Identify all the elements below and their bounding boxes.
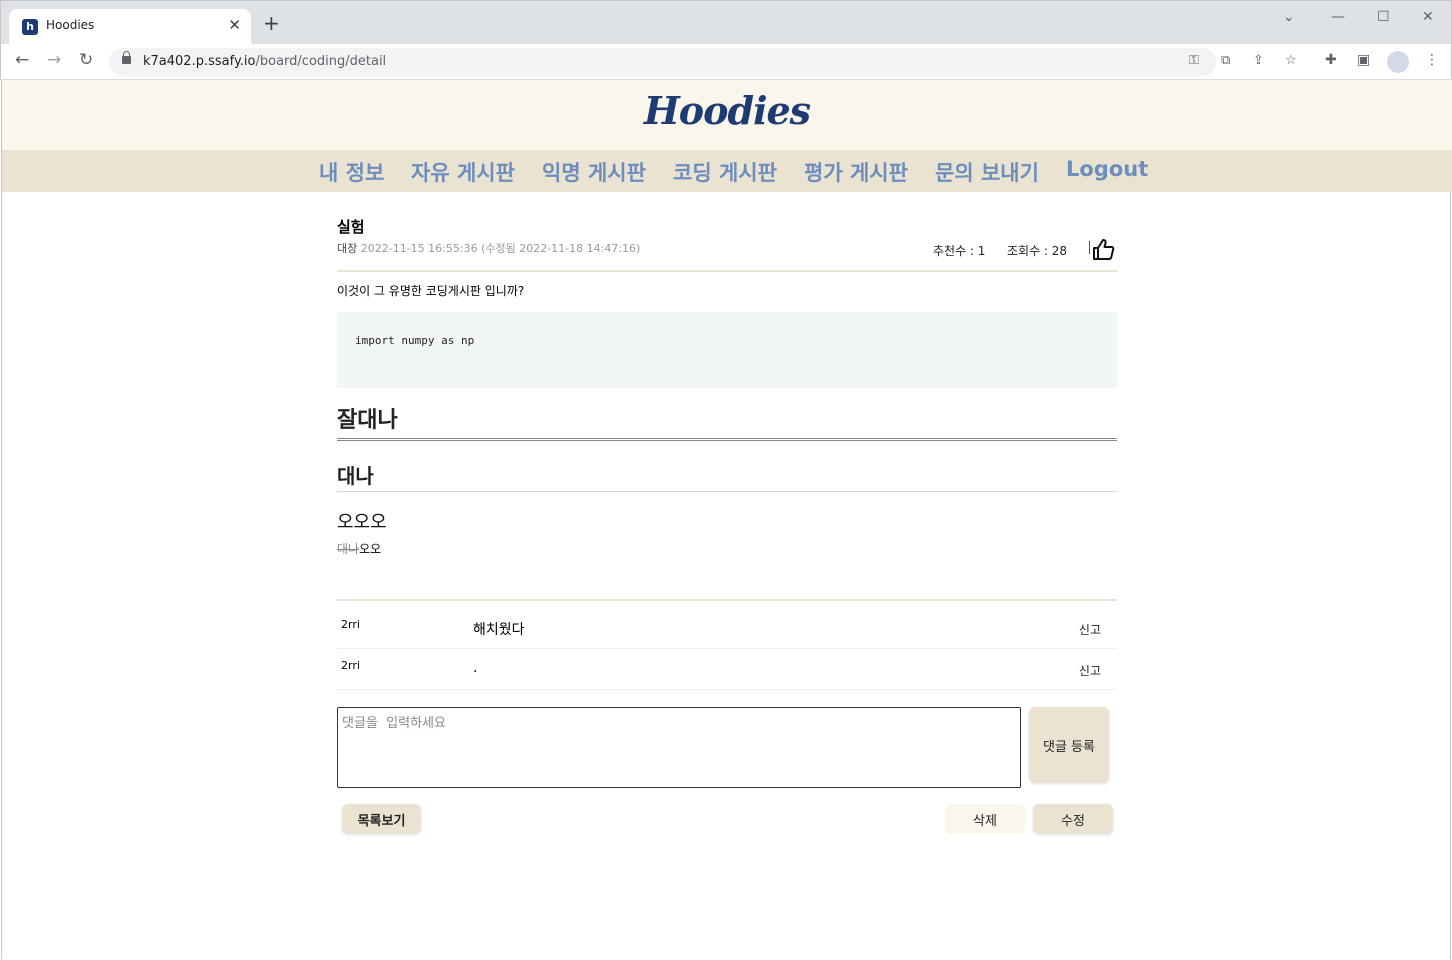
comment-user: 2rri xyxy=(341,659,360,672)
tab-search-icon[interactable]: ⌄ xyxy=(1283,9,1295,25)
profile-avatar[interactable] xyxy=(1387,51,1409,73)
extensions-icon[interactable]: ✚ xyxy=(1325,52,1337,68)
back-icon[interactable]: ← xyxy=(15,50,29,70)
comment-submit-button[interactable]: 댓글 등록 xyxy=(1029,707,1109,783)
comment-user: 2rri xyxy=(341,618,360,631)
forward-icon[interactable]: → xyxy=(47,50,61,70)
list-button[interactable]: 목록보기 xyxy=(342,804,421,834)
code-block: import numpy as np xyxy=(337,312,1117,388)
comment-text: 해치웠다 xyxy=(473,622,525,638)
side-panel-icon[interactable]: ▣ xyxy=(1357,52,1370,68)
maximize-icon[interactable]: ☐ xyxy=(1377,9,1390,25)
comment-row: 2rri . 신고 xyxy=(337,649,1117,690)
main-nav: 내 정보 자유 게시판 익명 게시판 코딩 게시판 평가 게시판 문의 보내기 … xyxy=(2,150,1452,192)
post-title: 실험 xyxy=(337,218,365,236)
url-text[interactable]: k7a402.p.ssafy.io/board/coding/detail xyxy=(143,54,386,69)
post-body-text: 이것이 그 유명한 코딩게시판 입니까? xyxy=(337,284,525,298)
post-heading-2: 대나 xyxy=(337,464,374,488)
menu-icon[interactable]: ⋮ xyxy=(1425,52,1439,68)
address-bar[interactable]: k7a402.p.ssafy.io/board/coding/detail ⚿ … xyxy=(109,48,1297,76)
nav-logout[interactable]: Logout xyxy=(1066,157,1148,181)
url-path: /board/coding/detail xyxy=(255,54,387,69)
strikethrough-text: 대나 xyxy=(337,542,360,556)
lock-icon xyxy=(122,51,131,64)
reload-icon[interactable]: ↻ xyxy=(79,50,93,70)
translate-icon[interactable]: ⧉ xyxy=(1221,53,1230,68)
browser-toolbar: ← → ↻ k7a402.p.ssafy.io/board/coding/det… xyxy=(0,44,1452,80)
nav-coding-board[interactable]: 코딩 게시판 xyxy=(673,157,777,187)
heading-2-rule xyxy=(337,491,1117,492)
post-heading-3: 오오오 xyxy=(337,512,387,533)
url-host: k7a402.p.ssafy.io xyxy=(143,54,256,69)
post-date: 2022-11-15 16:55:36 (수정됨 2022-11-18 14:4… xyxy=(360,242,641,255)
post-heading-1: 잘대나 xyxy=(337,408,398,433)
close-tab-icon[interactable]: ✕ xyxy=(228,16,241,34)
minimize-icon[interactable]: — xyxy=(1331,9,1345,25)
thumbs-up-icon[interactable] xyxy=(1089,238,1115,260)
report-button[interactable]: 신고 xyxy=(1079,662,1101,679)
key-icon[interactable]: ⚿ xyxy=(1189,53,1199,68)
nav-contact[interactable]: 문의 보내기 xyxy=(935,157,1039,187)
favicon-icon: h xyxy=(22,19,38,35)
nav-my-info[interactable]: 내 정보 xyxy=(319,157,384,187)
heading-1-rule xyxy=(337,438,1117,441)
delete-button[interactable]: 삭제 xyxy=(945,804,1025,834)
nav-free-board[interactable]: 자유 게시판 xyxy=(411,157,515,187)
comments-divider xyxy=(337,599,1117,601)
comment-input[interactable] xyxy=(337,707,1021,788)
browser-tab[interactable]: h Hoodies ✕ xyxy=(9,9,251,45)
nav-review-board[interactable]: 평가 게시판 xyxy=(804,157,908,187)
after-strike-text: 오오 xyxy=(359,542,382,556)
edit-button[interactable]: 수정 xyxy=(1033,804,1113,834)
browser-titlebar: h Hoodies ✕ + ⌄ — ☐ ✕ xyxy=(0,0,1452,45)
tab-title: Hoodies xyxy=(46,18,95,32)
site-logo[interactable]: Hoodies xyxy=(2,88,1452,133)
post-author: 대장 xyxy=(337,242,358,255)
header-divider xyxy=(337,270,1117,272)
post-meta: 대장 2022-11-15 16:55:36 (수정됨 2022-11-18 1… xyxy=(337,240,640,256)
share-icon[interactable]: ⇪ xyxy=(1253,53,1264,68)
comment-text: . xyxy=(473,660,478,676)
report-button[interactable]: 신고 xyxy=(1079,621,1101,638)
like-count: 추천수 : 1 xyxy=(933,244,986,258)
code-text: import numpy as np xyxy=(355,334,475,347)
close-window-icon[interactable]: ✕ xyxy=(1422,9,1434,25)
view-count: 조회수 : 28 xyxy=(1007,244,1068,258)
page: Hoodies 내 정보 자유 게시판 익명 게시판 코딩 게시판 평가 게시판… xyxy=(1,80,1452,959)
site-header: Hoodies xyxy=(2,80,1452,150)
nav-anonymous-board[interactable]: 익명 게시판 xyxy=(542,157,646,187)
new-tab-icon[interactable]: + xyxy=(263,13,280,33)
star-icon[interactable]: ☆ xyxy=(1285,53,1297,68)
post-strike-paragraph: 대나오오 xyxy=(337,540,381,557)
comment-row: 2rri 해치웠다 신고 xyxy=(337,608,1117,649)
